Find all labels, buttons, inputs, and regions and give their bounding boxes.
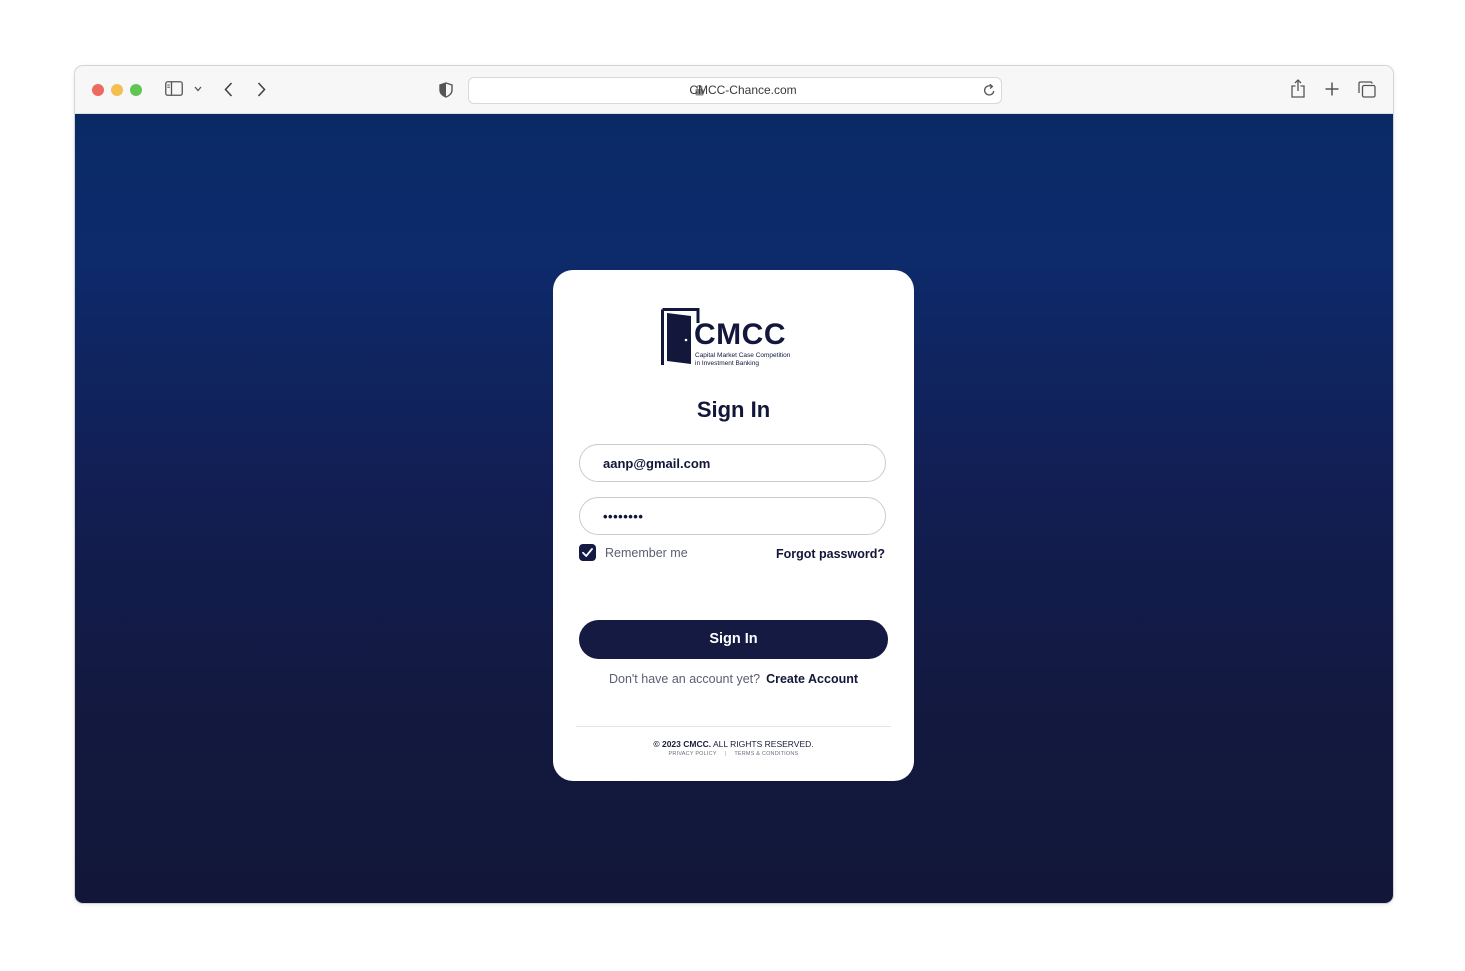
forgot-password-link[interactable]: Forgot password? [776,547,885,561]
cmcc-logo: CMCC Capital Market Case Competition in … [661,308,790,371]
close-window-button[interactable] [92,84,104,96]
browser-window: CMCC-Chance.com CMCC Capital Market Case… [74,65,1394,904]
remember-me-label: Remember me [605,546,688,560]
copyright-text: © 2023 CMCC. ALL RIGHTS RESERVED. [553,739,914,749]
legal-separator: | [724,751,727,757]
page-background: CMCC Capital Market Case Competition in … [75,114,1393,903]
sign-in-card: CMCC Capital Market Case Competition in … [553,270,914,781]
browser-toolbar: CMCC-Chance.com [75,66,1393,114]
brand-tagline-line2: in Investment Banking [695,360,759,367]
chevron-down-icon[interactable] [194,86,202,92]
signup-prompt-row: Don't have an account yet? Create Account [553,672,914,686]
legal-links: PRIVACY POLICY | TERMS & CONDITIONS [553,751,914,757]
remember-me-checkbox[interactable] [579,544,596,561]
terms-link[interactable]: TERMS & CONDITIONS [734,751,798,757]
privacy-policy-link[interactable]: PRIVACY POLICY [669,751,717,757]
create-account-link[interactable]: Create Account [766,672,858,686]
email-field[interactable]: aanp@gmail.com [579,444,886,482]
fullscreen-window-button[interactable] [130,84,142,96]
copyright-prefix: © 2023 CMCC. [653,739,712,749]
footer-divider [576,726,891,727]
tab-overview-icon[interactable] [1358,81,1376,98]
email-field-value: aanp@gmail.com [603,456,711,471]
brand-wordmark: CMCC [694,318,786,351]
forward-arrow-icon[interactable] [257,82,266,97]
address-bar[interactable]: CMCC-Chance.com [468,77,1002,104]
page-title: Sign In [696,397,771,422]
share-icon[interactable] [1291,79,1305,98]
sidebar-toggle-icon[interactable] [165,81,183,96]
checkmark-icon [582,548,593,557]
back-arrow-icon[interactable] [224,82,233,97]
copyright-suffix: ALL RIGHTS RESERVED. [713,739,814,749]
brand-tagline-line1: Capital Market Case Competition [695,352,791,359]
signup-prompt-text: Don't have an account yet? [608,672,761,686]
password-field-value: •••••••• [603,509,644,524]
url-text: CMCC-Chance.com [689,83,797,97]
new-tab-plus-icon[interactable] [1325,82,1339,96]
privacy-shield-icon[interactable] [439,82,453,98]
reload-icon[interactable] [983,83,996,97]
sign-in-button[interactable]: Sign In [579,620,888,659]
minimize-window-button[interactable] [111,84,123,96]
password-field[interactable]: •••••••• [579,497,886,535]
